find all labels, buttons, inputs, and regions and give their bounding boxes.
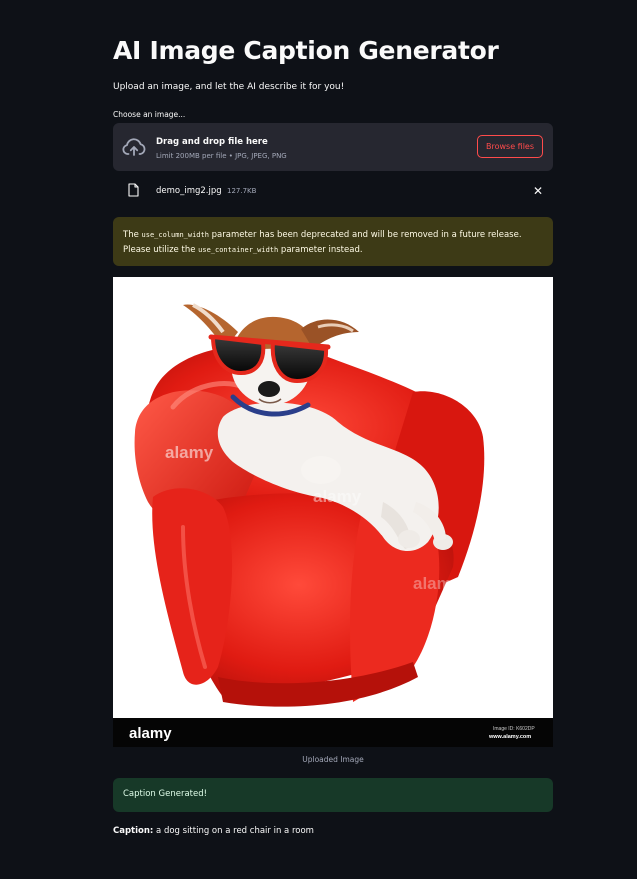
uploaded-image: alamy alamy alamy alamy Image ID: K602DP… [113, 277, 553, 747]
image-source-url: www.alamy.com [488, 734, 531, 740]
page-title: AI Image Caption Generator [113, 36, 499, 65]
alamy-logo: alamy [129, 725, 172, 742]
dog-on-red-chair-image: alamy alamy alamy alamy Image ID: K602DP… [113, 277, 553, 747]
file-name: demo_img2.jpg [156, 186, 222, 196]
image-caption: Uploaded Image [302, 755, 364, 764]
browse-files-button[interactable]: Browse files [477, 135, 543, 158]
file-dropzone[interactable]: Drag and drop file here Limit 200MB per … [113, 123, 553, 171]
file-size: 127.7KB [227, 187, 257, 195]
remove-file-icon[interactable]: ✕ [533, 184, 543, 198]
uploaded-file-row: demo_img2.jpg 127.7KB ✕ [113, 180, 553, 202]
image-watermark: alamy [313, 487, 362, 506]
warning-text: The [123, 230, 142, 240]
caption-label: Caption: [113, 826, 154, 836]
caption-text: a dog sitting on a red chair in a room [153, 826, 314, 836]
image-id-text: Image ID: K602DP [493, 726, 535, 732]
file-icon [128, 183, 139, 197]
deprecation-warning: The use_column_width parameter has been … [113, 217, 553, 266]
uploader-label: Choose an image... [113, 110, 186, 119]
success-alert: Caption Generated! [113, 778, 553, 812]
warning-text: parameter instead. [278, 245, 363, 255]
image-watermark: alamy [165, 443, 214, 462]
caption-result: Caption: a dog sitting on a red chair in… [113, 826, 314, 836]
image-watermark: alamy [413, 574, 462, 593]
warning-code-param: use_column_width [141, 231, 209, 239]
page-subtitle: Upload an image, and let the AI describe… [113, 82, 345, 92]
warning-code-param: use_container_width [198, 246, 279, 254]
dropzone-title: Drag and drop file here [156, 137, 268, 147]
dropzone-limit: Limit 200MB per file • JPG, JPEG, PNG [156, 152, 287, 160]
cloud-upload-icon [122, 138, 146, 156]
